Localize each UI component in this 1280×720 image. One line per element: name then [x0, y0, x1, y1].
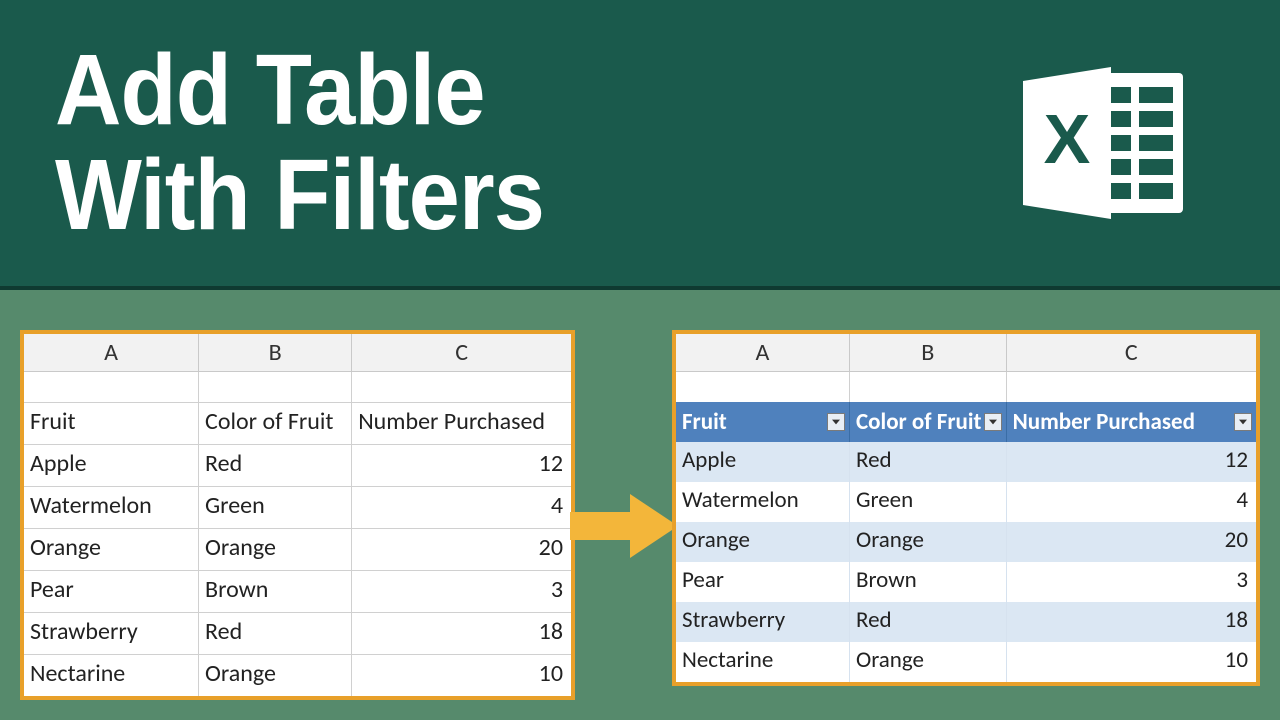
- cell-fruit: Nectarine: [24, 654, 199, 696]
- cell-number: 12: [352, 444, 571, 486]
- excel-icon: X: [1015, 53, 1195, 233]
- table-row: AppleRed12: [676, 442, 1256, 482]
- column-letter-row: A B C: [676, 334, 1256, 372]
- filter-dropdown-icon[interactable]: [1234, 413, 1252, 431]
- cell-color: Orange: [850, 522, 1007, 562]
- table-header-number[interactable]: Number Purchased: [1007, 402, 1256, 442]
- cell-fruit: Apple: [676, 442, 850, 482]
- cell-number: 18: [352, 612, 571, 654]
- cell-fruit: Nectarine: [676, 642, 850, 682]
- table-row: AppleRed12: [24, 444, 571, 486]
- table-row: OrangeOrange20: [676, 522, 1256, 562]
- cell-number: 4: [352, 486, 571, 528]
- table-row: PearBrown3: [24, 570, 571, 612]
- empty-row: [24, 372, 571, 402]
- cell-color: Red: [199, 444, 352, 486]
- svg-text:X: X: [1044, 100, 1091, 178]
- cell-number: 10: [1007, 642, 1256, 682]
- cell-number: 20: [352, 528, 571, 570]
- table-row: OrangeOrange20: [24, 528, 571, 570]
- cell-color: Green: [199, 486, 352, 528]
- table-row: PearBrown3: [676, 562, 1256, 602]
- cell-color: Red: [850, 602, 1007, 642]
- col-label-c: C: [1007, 334, 1256, 371]
- cell-fruit: Strawberry: [676, 602, 850, 642]
- cell-color: Brown: [850, 562, 1007, 602]
- col-label-c: C: [352, 334, 571, 371]
- table-header-label: Fruit: [682, 408, 727, 436]
- col-label-b: B: [850, 334, 1007, 371]
- cell-fruit: Pear: [24, 570, 199, 612]
- table-row: NectarineOrange10: [24, 654, 571, 696]
- table-header-label: Number Purchased: [1013, 408, 1195, 436]
- table-header-fruit[interactable]: Fruit: [676, 402, 850, 442]
- header-color: Color of Fruit: [199, 402, 352, 444]
- cell-color: Orange: [199, 528, 352, 570]
- cell-fruit: Orange: [676, 522, 850, 562]
- cell-color: Orange: [199, 654, 352, 696]
- table-row: WatermelonGreen4: [24, 486, 571, 528]
- title-banner: Add Table With Filters X: [0, 0, 1280, 290]
- column-letter-row: A B C: [24, 334, 571, 372]
- title-line-1: Add Table: [55, 38, 544, 143]
- table-header-label: Color of Fruit: [856, 408, 981, 436]
- cell-fruit: Pear: [676, 562, 850, 602]
- title-line-2: With Filters: [55, 143, 544, 248]
- cell-number: 10: [352, 654, 571, 696]
- filter-dropdown-icon[interactable]: [827, 413, 845, 431]
- after-sheet: A B C Fruit Color of Fruit Number Purcha…: [672, 330, 1260, 686]
- cell-fruit: Watermelon: [676, 482, 850, 522]
- cell-color: Red: [850, 442, 1007, 482]
- table-row: StrawberryRed18: [676, 602, 1256, 642]
- comparison-area: A B C Fruit Color of Fruit Number Purcha…: [0, 290, 1280, 720]
- cell-fruit: Strawberry: [24, 612, 199, 654]
- table-header-color[interactable]: Color of Fruit: [850, 402, 1007, 442]
- table-row: StrawberryRed18: [24, 612, 571, 654]
- cell-number: 20: [1007, 522, 1256, 562]
- cell-number: 4: [1007, 482, 1256, 522]
- col-label-b: B: [199, 334, 352, 371]
- cell-color: Green: [850, 482, 1007, 522]
- cell-number: 18: [1007, 602, 1256, 642]
- plain-header-row: Fruit Color of Fruit Number Purchased: [24, 402, 571, 444]
- table-row: WatermelonGreen4: [676, 482, 1256, 522]
- main-title: Add Table With Filters: [55, 38, 544, 248]
- empty-row: [676, 372, 1256, 402]
- cell-color: Red: [199, 612, 352, 654]
- cell-color: Brown: [199, 570, 352, 612]
- cell-number: 3: [352, 570, 571, 612]
- arrow-icon: [570, 490, 680, 562]
- cell-fruit: Watermelon: [24, 486, 199, 528]
- cell-number: 3: [1007, 562, 1256, 602]
- cell-color: Orange: [850, 642, 1007, 682]
- cell-number: 12: [1007, 442, 1256, 482]
- table-row: NectarineOrange10: [676, 642, 1256, 682]
- before-sheet: A B C Fruit Color of Fruit Number Purcha…: [20, 330, 575, 700]
- cell-fruit: Orange: [24, 528, 199, 570]
- header-fruit: Fruit: [24, 402, 199, 444]
- col-label-a: A: [24, 334, 199, 371]
- header-number: Number Purchased: [352, 402, 571, 444]
- cell-fruit: Apple: [24, 444, 199, 486]
- filter-dropdown-icon[interactable]: [984, 413, 1002, 431]
- table-header-row: Fruit Color of Fruit Number Purchased: [676, 402, 1256, 442]
- col-label-a: A: [676, 334, 850, 371]
